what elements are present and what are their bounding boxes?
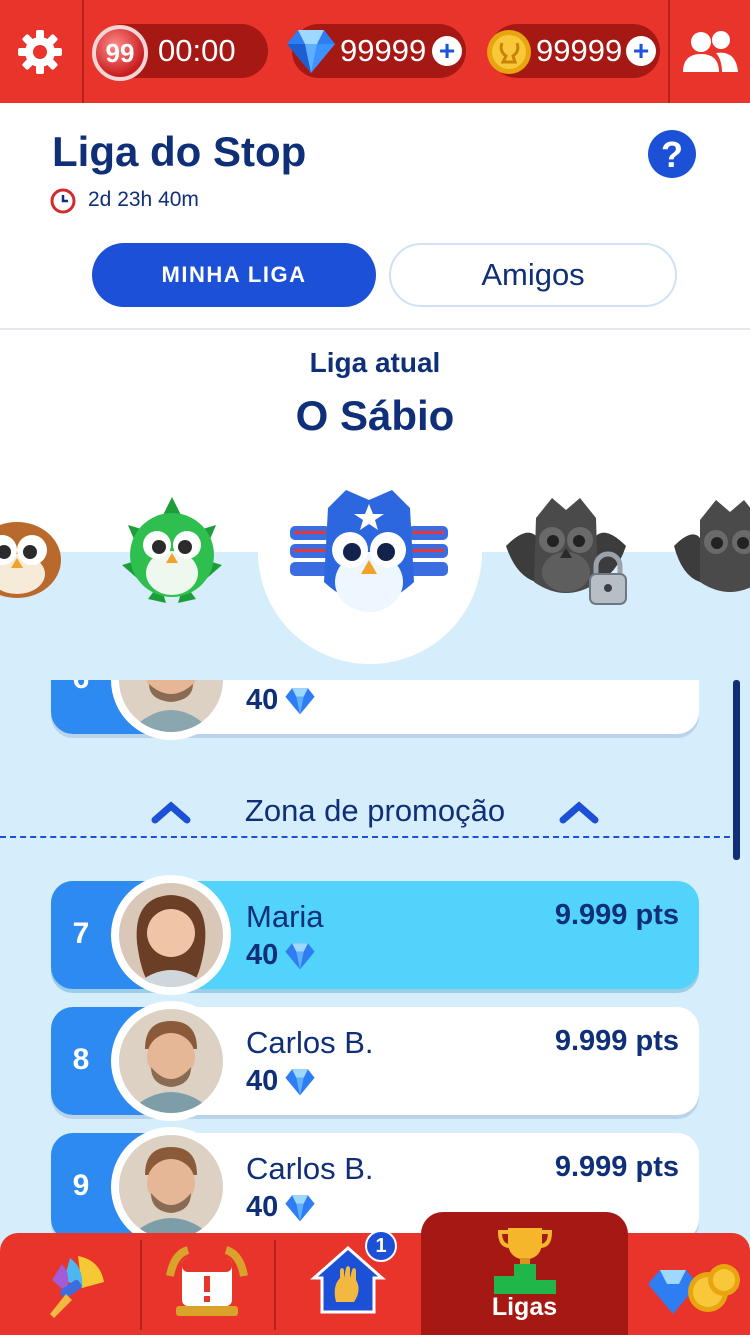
tab-my-league-label: MINHA LIGA — [161, 262, 307, 287]
reward: 40 — [246, 939, 316, 972]
reward-amount: 40 — [246, 684, 279, 716]
heart-icon: 99 — [92, 25, 148, 81]
home-notification-badge: 1 — [365, 1230, 397, 1262]
avatar — [111, 1001, 231, 1121]
player-points: 9.999 pts — [554, 1025, 679, 1057]
lives-count: 99 — [105, 37, 135, 68]
owl-brown-badge[interactable] — [0, 508, 65, 600]
reward: 40 — [246, 1191, 316, 1224]
player-points: 9.999 pts — [554, 1151, 679, 1183]
owl-blue-current-badge — [290, 490, 448, 612]
promotion-zone-divider — [0, 836, 740, 838]
ranking-row-current-user[interactable]: 7 Maria 9.999 pts 40 — [51, 875, 699, 995]
shop-coins-icon[interactable] — [646, 1256, 742, 1318]
player-points: 9.999 pts — [554, 899, 679, 931]
rank-number: 9 — [72, 1169, 90, 1202]
owl-green-badge[interactable] — [118, 495, 226, 607]
reward-amount: 40 — [246, 1065, 279, 1097]
help-button[interactable]: ? — [648, 130, 696, 178]
trophy-podium-icon — [494, 1228, 556, 1294]
gear-icon — [18, 30, 62, 74]
owl-dark-locked-badge[interactable] — [502, 492, 630, 608]
rank-number: 8 — [72, 1043, 90, 1076]
page-title: Liga do Stop — [52, 128, 307, 175]
tab-friends-label: Amigos — [481, 257, 585, 292]
gem-icon — [285, 687, 315, 714]
current-league-name: O Sábio — [295, 392, 455, 439]
top-bar-separator — [668, 0, 670, 103]
top-bar-separator — [82, 0, 84, 103]
nav-label-leagues: Ligas — [491, 1293, 558, 1321]
avatar — [111, 875, 231, 995]
ranking-row[interactable]: 8 Carlos B. 9.999 pts 40 — [51, 1001, 699, 1121]
tab-my-league[interactable]: MINHA LIGA — [92, 243, 376, 307]
gem-icon — [285, 1194, 315, 1221]
reward-amount: 40 — [246, 939, 279, 971]
paintbrush-icon[interactable] — [40, 1250, 108, 1320]
bottom-nav-separator — [140, 1240, 142, 1330]
header-divider — [0, 328, 750, 330]
friends-button[interactable] — [680, 28, 740, 78]
gems-count: 99999 — [340, 33, 427, 68]
current-league-caption: Liga atual — [309, 347, 441, 378]
gem-icon — [287, 30, 335, 73]
clock-icon — [50, 188, 76, 214]
tab-friends[interactable]: Amigos — [389, 243, 677, 307]
reward-amount: 40 — [246, 1191, 279, 1223]
bottom-nav-separator — [274, 1240, 276, 1330]
reward: 40 — [246, 1065, 316, 1098]
calendar-event-icon[interactable] — [166, 1246, 248, 1320]
player-name: Carlos B. — [246, 1151, 374, 1186]
settings-button[interactable] — [10, 22, 70, 82]
promotion-zone-label: Zona de promoção — [244, 793, 506, 828]
gem-icon — [285, 1068, 315, 1095]
avatar — [111, 1127, 231, 1247]
friends-icon — [683, 31, 738, 72]
rank-number: 6 — [51, 680, 111, 696]
league-countdown: 2d 23h 40m — [88, 188, 199, 211]
player-name: Maria — [246, 899, 324, 934]
coin-icon — [487, 30, 531, 74]
gem-icon — [285, 942, 315, 969]
add-gems-button[interactable]: + — [432, 36, 462, 66]
ranking-list-clip: 6 40 — [0, 680, 750, 750]
coins-count: 99999 — [536, 33, 623, 68]
reward: 40 — [246, 684, 316, 717]
owl-dark-badge[interactable] — [670, 496, 750, 604]
add-coins-button[interactable]: + — [626, 36, 656, 66]
player-name: Carlos B. — [246, 1025, 374, 1060]
lives-timer: 00:00 — [158, 33, 236, 68]
chevron-up-icon — [559, 801, 599, 824]
rank-number: 7 — [72, 917, 90, 950]
ranking-scrollbar[interactable] — [733, 680, 740, 860]
ranking-row[interactable]: 6 40 — [51, 680, 699, 740]
